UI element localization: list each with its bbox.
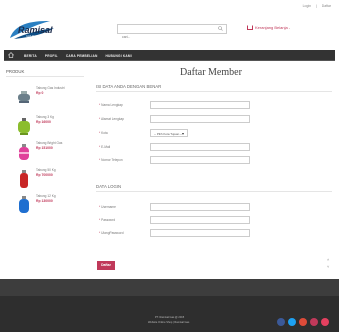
label-telepon: Nomor Telepon bbox=[101, 157, 123, 162]
brand-logo[interactable]: Ramisal GAS Elpiji bbox=[8, 18, 56, 42]
product-price: Rp 151000 bbox=[36, 146, 53, 150]
product-item[interactable]: Tabung 12 Kg Rp 130000 bbox=[6, 194, 86, 216]
product-item[interactable]: Tabung Gas Industri Rp 0 bbox=[6, 86, 86, 108]
product-name: Tabung Bright Gas bbox=[36, 141, 63, 145]
sidebar-title: PRODUK bbox=[6, 69, 25, 74]
sidebar-divider bbox=[6, 76, 84, 77]
ulang-password-field[interactable] bbox=[150, 229, 250, 237]
gas-cylinder-icon bbox=[19, 196, 29, 213]
gas-cylinder-icon bbox=[19, 144, 29, 160]
password-field[interactable] bbox=[150, 216, 250, 224]
product-name: Tabung 3 Kg bbox=[36, 115, 54, 119]
cart-label: Keranjang Belanja - bbox=[255, 25, 291, 30]
label-password: Password bbox=[101, 217, 116, 222]
form-row-alamat: * Alamat Lengkap bbox=[99, 115, 299, 123]
telepon-field[interactable] bbox=[150, 156, 250, 164]
search-input[interactable] bbox=[118, 33, 213, 41]
email-field[interactable] bbox=[150, 143, 250, 151]
google-plus-icon[interactable] bbox=[299, 318, 307, 326]
footer-copyright: PT. Ramisal Gas @ 2015 bbox=[155, 316, 185, 319]
form-row-telepon: * Nomor Telepon bbox=[99, 156, 299, 164]
product-price: Rp 0 bbox=[36, 91, 44, 95]
section-divider bbox=[96, 191, 332, 192]
page-title: Daftar Member bbox=[180, 67, 242, 78]
search-icon[interactable] bbox=[218, 26, 223, 31]
facebook-icon[interactable] bbox=[277, 318, 285, 326]
product-price: Rp 700000 bbox=[36, 173, 53, 177]
gas-cylinder-icon bbox=[18, 91, 30, 103]
alamat-field[interactable] bbox=[150, 115, 250, 123]
logo-icon: Ramisal GAS Elpiji bbox=[10, 20, 54, 39]
kota-select[interactable]: -- Pilih Kota Tujuan -- bbox=[150, 129, 188, 137]
home-icon[interactable] bbox=[8, 52, 14, 58]
daftar-button[interactable]: Daftar bbox=[97, 261, 115, 270]
product-item[interactable]: Tabung Bright Gas Rp 151000 bbox=[6, 141, 86, 163]
form-row-password: * Password bbox=[99, 216, 299, 224]
nav-item-cara-pembelian[interactable]: CARA PEMBELIAN bbox=[66, 54, 98, 58]
link-separator: | bbox=[315, 4, 317, 8]
form-row-nama: * Nama Lengkap bbox=[99, 101, 299, 109]
section-heading-login: DATA LOGIN bbox=[96, 184, 122, 189]
label-nama: Nama Lengkap bbox=[101, 102, 123, 107]
label-username: Username bbox=[101, 204, 116, 209]
section-heading-data: ISI DATA ANDA DENGAN BENAR bbox=[96, 84, 162, 89]
nav-item-hubungi-kami[interactable]: HUBUNGI KAMI bbox=[106, 54, 132, 58]
login-link[interactable]: Login bbox=[303, 4, 311, 8]
section-divider bbox=[96, 91, 332, 92]
product-name: Tabung Gas Industri bbox=[36, 86, 65, 90]
footer-copyright-sub: Website Online Shop | Ramisal Gas bbox=[148, 321, 190, 324]
pinterest-icon[interactable] bbox=[310, 318, 318, 326]
top-links: Login | Daftar bbox=[299, 4, 331, 8]
cart-link[interactable]: Keranjang Belanja - bbox=[247, 25, 291, 31]
product-item[interactable]: Tabung 50 Kg Rp 700000 bbox=[6, 168, 86, 190]
brand-tagline: GAS Elpiji bbox=[26, 35, 38, 38]
search-box bbox=[117, 24, 227, 41]
label-kota: Kota bbox=[101, 130, 108, 135]
label-alamat: Alamat Lengkap bbox=[100, 116, 125, 121]
main-navbar: BERITA PROFIL CARA PEMBELIAN HUBUNGI KAM… bbox=[4, 50, 335, 61]
instagram-icon[interactable] bbox=[321, 318, 329, 326]
username-field[interactable] bbox=[150, 203, 250, 211]
scroll-up-icon[interactable]: ˄ bbox=[327, 257, 331, 262]
form-row-kota: * Kota -- Pilih Kota Tujuan -- bbox=[99, 129, 299, 137]
cart-icon bbox=[247, 25, 253, 31]
scroll-down-icon[interactable]: ˅ bbox=[327, 264, 331, 269]
brand-name: Ramisal bbox=[18, 25, 53, 35]
twitter-icon[interactable] bbox=[288, 318, 296, 326]
product-price: Rp 16000 bbox=[36, 120, 51, 124]
label-ulang-password: UlangPassword bbox=[101, 230, 124, 235]
form-row-ulang-password: * UlangPassword bbox=[99, 229, 299, 237]
gas-cylinder-icon bbox=[18, 118, 30, 135]
footer-bottom bbox=[0, 296, 339, 332]
product-price: Rp 130000 bbox=[36, 199, 53, 203]
nav-item-berita[interactable]: BERITA bbox=[24, 54, 37, 58]
label-email: E-Mail bbox=[101, 144, 111, 149]
gas-cylinder-icon bbox=[20, 170, 28, 188]
product-item[interactable]: Tabung 3 Kg Rp 16000 bbox=[6, 115, 86, 137]
nav-item-profil[interactable]: PROFIL bbox=[45, 54, 58, 58]
nama-field[interactable] bbox=[150, 101, 250, 109]
product-name: Tabung 12 Kg bbox=[36, 194, 56, 198]
product-name: Tabung 50 Kg bbox=[36, 168, 56, 172]
form-row-email: * E-Mail bbox=[99, 143, 299, 151]
register-link[interactable]: Daftar bbox=[322, 4, 331, 8]
footer: Jl. Potlot Raya, Kecamatan Semarang (024… bbox=[0, 279, 339, 332]
kota-select-value: -- Pilih Kota Tujuan -- bbox=[154, 131, 183, 136]
chevron-down-icon bbox=[182, 132, 184, 135]
form-row-username: * Username bbox=[99, 203, 299, 211]
